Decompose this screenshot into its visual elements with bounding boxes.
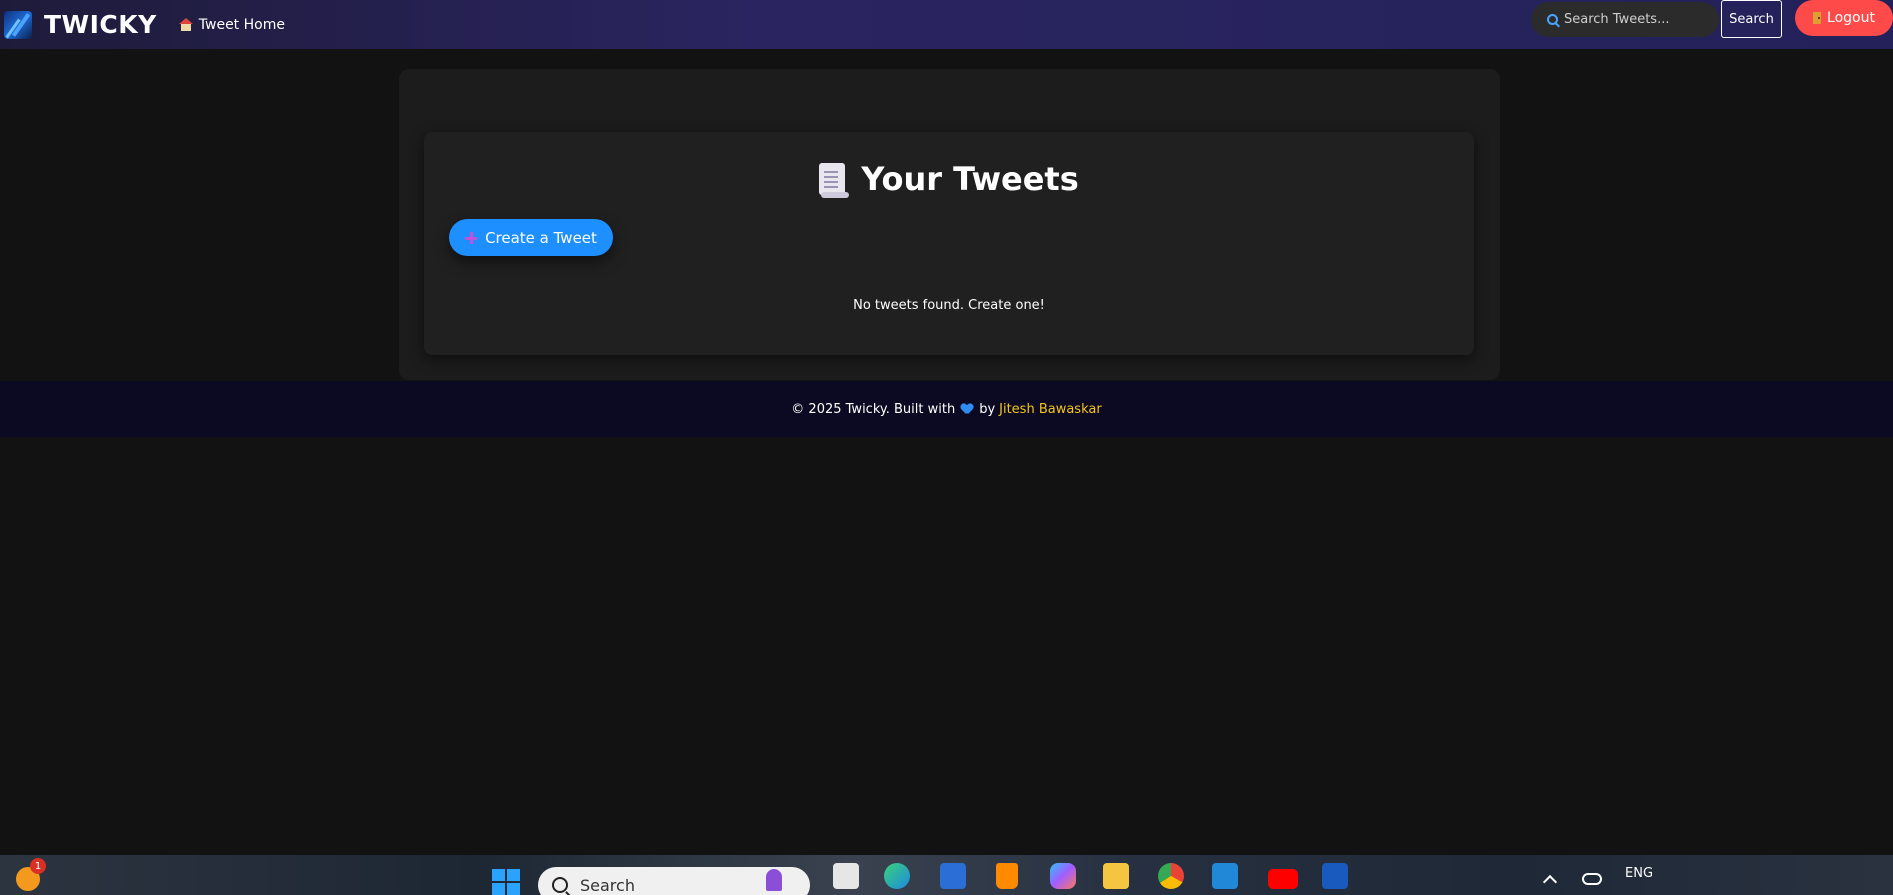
word-icon[interactable] — [1322, 863, 1348, 889]
youtube-icon[interactable] — [1268, 869, 1298, 889]
search-input[interactable] — [1564, 12, 1714, 27]
edge-browser-icon[interactable] — [884, 863, 910, 889]
copilot-icon[interactable] — [1050, 863, 1076, 889]
taskbar-search-label: Search — [580, 875, 635, 895]
language-indicator[interactable]: ENG — [1625, 866, 1653, 881]
door-icon — [1813, 12, 1822, 24]
start-menu-icon[interactable] — [492, 869, 520, 895]
logout-label: Logout — [1827, 10, 1875, 26]
footer-text: © 2025 Twicky. Built with — [791, 401, 956, 417]
nav-home-label: Tweet Home — [198, 16, 285, 33]
heart-icon — [961, 404, 973, 415]
top-navbar: TWICKY Tweet Home Search Logout — [0, 0, 1893, 49]
logo-icon — [4, 10, 32, 39]
nav-home-link[interactable]: Tweet Home — [178, 16, 285, 33]
page-title: Your Tweets — [424, 160, 1474, 198]
house-icon — [178, 17, 193, 32]
vscode-icon[interactable] — [1212, 863, 1238, 889]
notification-badge: 1 — [30, 858, 46, 874]
ribbon-icon[interactable] — [766, 869, 782, 891]
vlc-icon[interactable] — [996, 863, 1018, 889]
taskbar-search-icon — [552, 877, 568, 893]
scroll-icon — [819, 163, 850, 198]
search-button[interactable]: Search — [1721, 0, 1782, 38]
page-title-text: Your Tweets — [861, 160, 1079, 198]
author-link[interactable]: Jitesh Bawaskar — [999, 402, 1102, 417]
file-explorer-icon[interactable] — [1103, 863, 1129, 889]
chrome-icon[interactable] — [1158, 863, 1184, 889]
tray-chevron-icon[interactable] — [1542, 874, 1558, 890]
search-box — [1531, 2, 1719, 37]
brand[interactable]: TWICKY — [4, 10, 157, 39]
empty-state-message: No tweets found. Create one! — [853, 298, 1045, 313]
search-icon — [1547, 14, 1558, 25]
footer: © 2025 Twicky. Built with by Jitesh Bawa… — [0, 381, 1893, 437]
brand-name: TWICKY — [44, 10, 157, 39]
footer-by: by — [979, 401, 996, 417]
create-tweet-label: Create a Tweet — [485, 228, 597, 247]
task-view-icon[interactable] — [833, 863, 859, 889]
onedrive-icon[interactable] — [1582, 873, 1602, 885]
plus-icon — [465, 231, 478, 244]
logout-button[interactable]: Logout — [1795, 0, 1893, 36]
os-taskbar: 1 Search ENG — [0, 855, 1893, 895]
tweets-card: Your Tweets Create a Tweet No tweets fou… — [424, 132, 1474, 355]
store-icon[interactable] — [940, 863, 966, 889]
create-tweet-button[interactable]: Create a Tweet — [449, 219, 613, 256]
